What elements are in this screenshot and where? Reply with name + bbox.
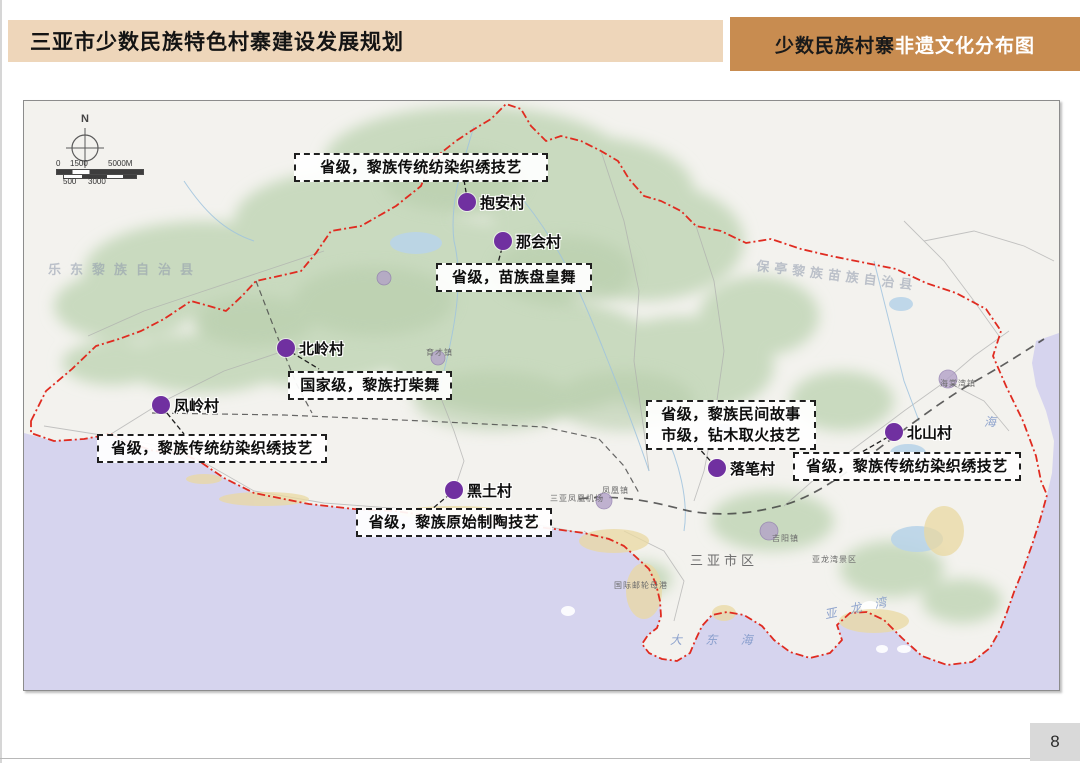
scale-label: 1500 <box>70 159 88 168</box>
header-right-suffix: 非遗文化分布图 <box>895 31 1035 58</box>
map-artwork <box>24 101 1059 690</box>
map-canvas: 乐东黎族自治县保亭黎族苗族自治县大 东 海亚 龙 湾海三亚市区吉阳镇凤凰镇三亚凤… <box>23 100 1060 691</box>
north-label: N <box>81 113 89 125</box>
scale-bar: 0 1500 5000M 500 3000 <box>54 159 154 189</box>
page-title: 三亚市少数民族特色村寨建设发展规划 <box>8 26 404 56</box>
slide-left-border <box>0 0 2 763</box>
header-right-prefix: 少数民族村寨 <box>775 31 895 58</box>
scale-label: 500 <box>63 177 76 186</box>
scale-label: 0 <box>56 159 60 168</box>
page-number: 8 <box>1030 723 1080 761</box>
slide-bottom-border <box>0 758 1080 759</box>
scale-label: 3000 <box>88 177 106 186</box>
header-right-bar: 少数民族村寨 非遗文化分布图 <box>730 17 1080 71</box>
scale-label: 5000M <box>108 159 132 168</box>
header-left-bar: 三亚市少数民族特色村寨建设发展规划 <box>8 20 723 62</box>
